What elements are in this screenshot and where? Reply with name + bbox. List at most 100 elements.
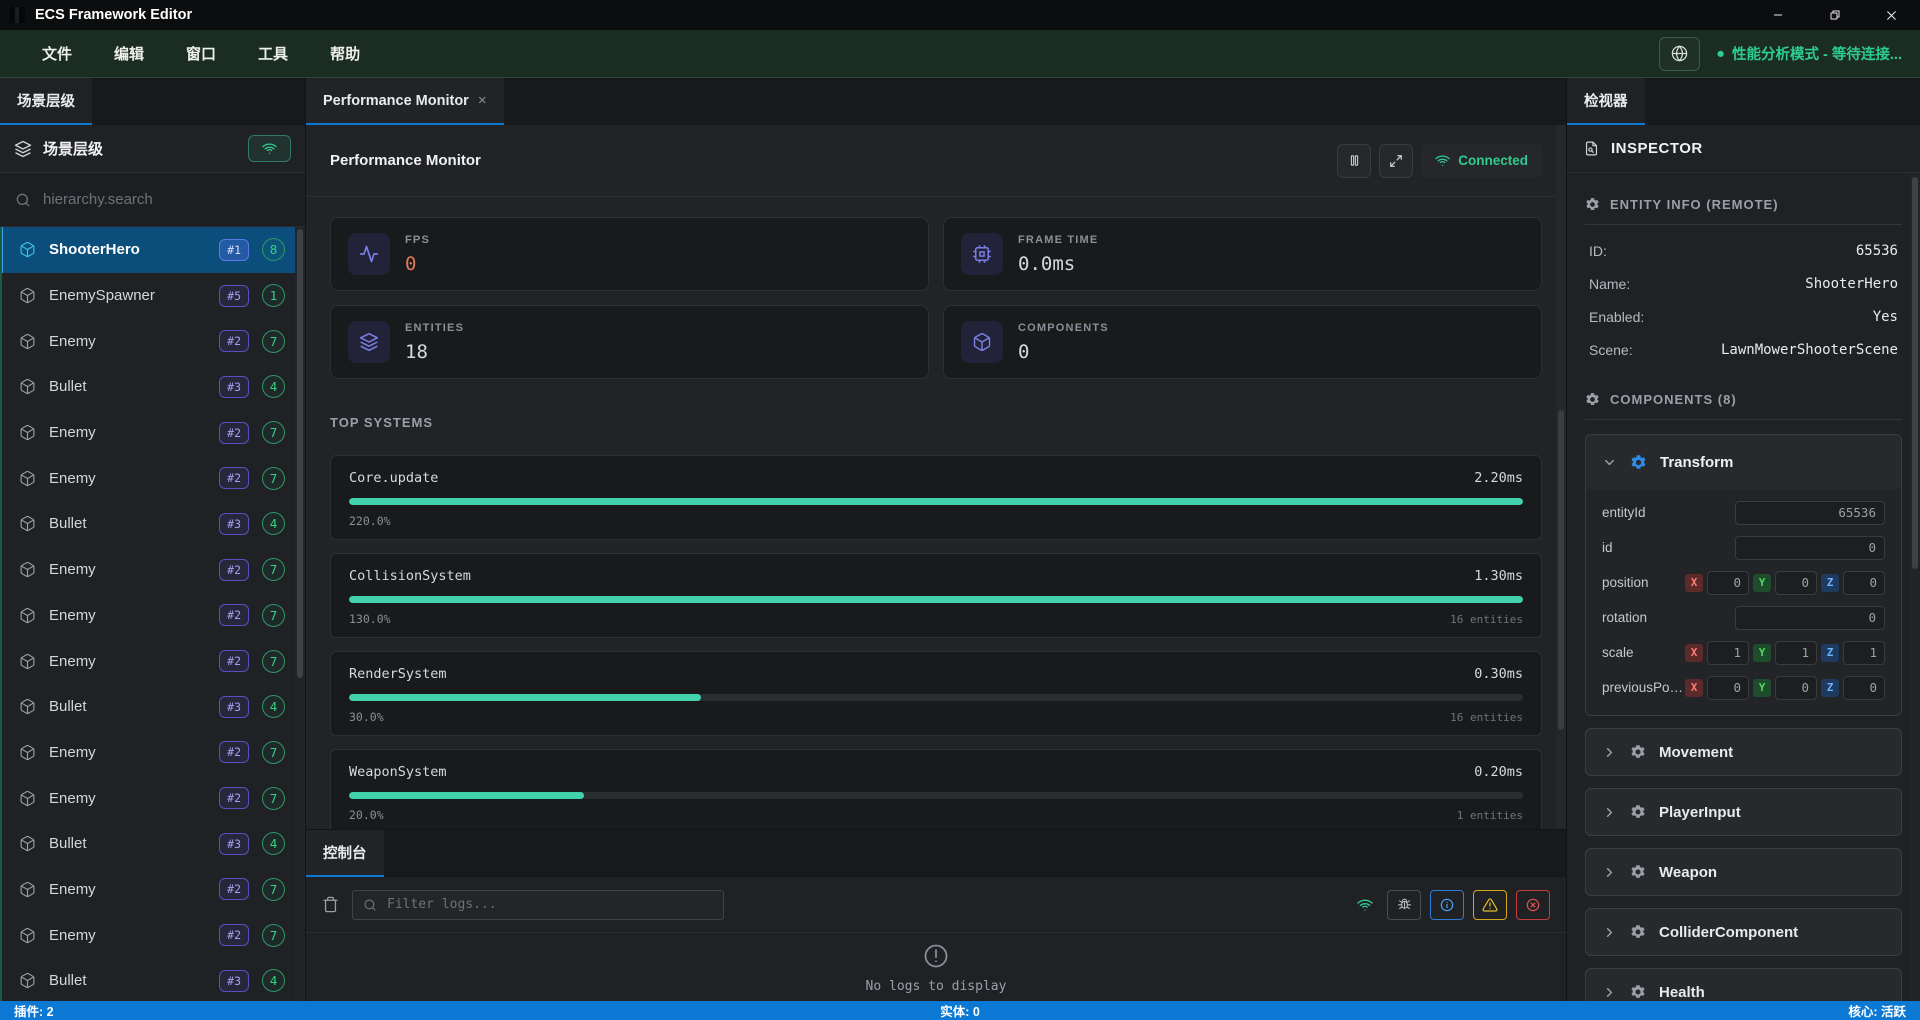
component-name: ColliderComponent (1659, 924, 1798, 941)
menu-edit[interactable]: 编辑 (93, 43, 165, 64)
gear-icon (1585, 197, 1600, 212)
chevron-right-icon (1602, 985, 1617, 1000)
collapsed-components-list: Movement PlayerInput Weapon ColliderComp… (1585, 728, 1902, 1001)
component-card-transform: Transform entityId 65536 id 0 position X… (1585, 434, 1902, 716)
component-card-collapsed[interactable]: Health (1585, 968, 1902, 1001)
field-input[interactable]: 0 (1735, 536, 1885, 560)
field-input[interactable]: 65536 (1735, 501, 1885, 525)
field-label: position (1602, 575, 1685, 590)
hierarchy-entity-row[interactable]: ShooterHero #1 8 (0, 227, 305, 273)
filter-debug-button[interactable] (1387, 890, 1421, 920)
entity-component-count-badge: 7 (262, 421, 285, 444)
entity-name: Bullet (49, 515, 206, 532)
filter-error-button[interactable] (1516, 890, 1550, 920)
axis-y-input[interactable]: 0 (1775, 571, 1817, 595)
filter-warning-button[interactable] (1473, 890, 1507, 920)
axis-y-input[interactable]: 1 (1775, 641, 1817, 665)
tab-inspector[interactable]: 检视器 (1567, 78, 1645, 125)
axis-z-input[interactable]: 0 (1843, 676, 1885, 700)
axis-x-input[interactable]: 1 (1707, 641, 1749, 665)
entity-info-label: Enabled: (1589, 309, 1644, 325)
entity-tag-badge: #3 (219, 513, 249, 535)
inspector-content: ENTITY INFO (REMOTE) ID: 65536 Name: Sho… (1567, 173, 1920, 1001)
entity-info-row: Scene: LawnMowerShooterScene (1589, 333, 1898, 366)
main-panel: Performance Monitor × Performance Monito… (306, 78, 1566, 1001)
tab-close-icon[interactable]: × (478, 92, 487, 109)
transform-card-header[interactable]: Transform (1586, 435, 1901, 489)
axis-z-input[interactable]: 1 (1843, 641, 1885, 665)
close-button[interactable] (1863, 0, 1920, 30)
minimize-button[interactable] (1749, 0, 1806, 30)
metric-label: ENTITIES (405, 322, 464, 334)
axis-z-input[interactable]: 0 (1843, 571, 1885, 595)
hierarchy-entity-row[interactable]: Bullet #3 4 (2, 684, 305, 730)
entity-name: Enemy (49, 607, 206, 624)
hierarchy-entity-row[interactable]: Enemy #2 7 (2, 638, 305, 684)
language-globe-button[interactable] (1659, 37, 1700, 71)
hierarchy-search-input[interactable] (41, 190, 251, 209)
entity-cube-icon (19, 241, 36, 258)
inspector-panel: 检视器 INSPECTOR ENTITY INFO (REMOTE) ID: 6… (1566, 78, 1920, 1001)
system-time: 0.20ms (1474, 764, 1523, 780)
activity-icon (348, 233, 390, 275)
axis-y-input[interactable]: 0 (1775, 676, 1817, 700)
tab-hierarchy[interactable]: 场景层级 (0, 78, 92, 125)
component-card-collapsed[interactable]: Weapon (1585, 848, 1902, 896)
hierarchy-entity-row[interactable]: Bullet #3 4 (2, 364, 305, 410)
system-entity-count: 16 entities (1450, 613, 1523, 626)
menu-tools[interactable]: 工具 (237, 43, 309, 64)
hierarchy-entity-row[interactable]: Bullet #3 4 (2, 958, 305, 1001)
hierarchy-entity-row[interactable]: Enemy #2 7 (2, 455, 305, 501)
main-scrollbar[interactable] (1556, 125, 1566, 829)
hierarchy-entity-row[interactable]: Enemy #2 7 (2, 593, 305, 639)
hierarchy-list: ShooterHero #1 8 EnemySpawner #5 1 Enemy… (0, 227, 305, 1001)
entity-info-label: ID: (1589, 243, 1607, 259)
inspector-scrollbar[interactable] (1910, 173, 1920, 1001)
entity-name: ShooterHero (49, 241, 206, 258)
hierarchy-entity-row[interactable]: Enemy #2 7 (2, 318, 305, 364)
hierarchy-entity-row[interactable]: Bullet #3 4 (2, 501, 305, 547)
axis-x-input[interactable]: 0 (1707, 676, 1749, 700)
entity-cube-icon (19, 470, 36, 487)
component-card-collapsed[interactable]: Movement (1585, 728, 1902, 776)
field-input[interactable]: 0 (1735, 606, 1885, 630)
menu-help[interactable]: 帮助 (309, 43, 381, 64)
menu-file[interactable]: 文件 (30, 43, 93, 64)
hierarchy-entity-row[interactable]: Enemy #2 7 (2, 912, 305, 958)
hierarchy-entity-row[interactable]: Enemy #2 7 (2, 867, 305, 913)
hierarchy-entity-row[interactable]: Bullet #3 4 (2, 821, 305, 867)
entity-info-row: Enabled: Yes (1589, 300, 1898, 333)
entity-cube-icon (19, 561, 36, 578)
entity-name: Enemy (49, 744, 206, 761)
cube-icon (961, 321, 1003, 363)
component-card-collapsed[interactable]: ColliderComponent (1585, 908, 1902, 956)
expand-button[interactable] (1379, 144, 1413, 178)
pause-button[interactable] (1337, 144, 1371, 178)
hierarchy-entity-row[interactable]: Enemy #2 7 (2, 730, 305, 776)
axis-x-badge: X (1685, 574, 1703, 592)
entity-name: Bullet (49, 378, 206, 395)
clear-logs-button[interactable] (322, 896, 339, 913)
entity-component-count-badge: 7 (262, 924, 285, 947)
entity-tag-badge: #2 (219, 924, 249, 946)
hierarchy-connection-button[interactable] (248, 135, 291, 162)
hierarchy-entity-row[interactable]: Enemy #2 7 (2, 547, 305, 593)
filter-info-button[interactable] (1430, 890, 1464, 920)
log-filter-box (352, 890, 724, 920)
hierarchy-entity-row[interactable]: Enemy #2 7 (2, 410, 305, 456)
tab-console[interactable]: 控制台 (306, 830, 384, 877)
restore-button[interactable] (1806, 0, 1863, 30)
gear-icon (1630, 454, 1647, 471)
component-card-collapsed[interactable]: PlayerInput (1585, 788, 1902, 836)
log-filter-input[interactable] (385, 896, 713, 913)
axis-z-badge: Z (1821, 679, 1839, 697)
entity-cube-icon (19, 972, 36, 989)
hierarchy-entity-row[interactable]: Enemy #2 7 (2, 775, 305, 821)
workspace: 场景层级 场景层级 ShooterHero (0, 78, 1920, 1001)
menu-window[interactable]: 窗口 (165, 43, 237, 64)
hierarchy-scrollbar[interactable] (295, 227, 305, 1001)
hierarchy-entity-row[interactable]: EnemySpawner #5 1 (2, 273, 305, 319)
entity-name: Enemy (49, 881, 206, 898)
tab-performance-monitor[interactable]: Performance Monitor × (306, 78, 504, 125)
axis-x-input[interactable]: 0 (1707, 571, 1749, 595)
